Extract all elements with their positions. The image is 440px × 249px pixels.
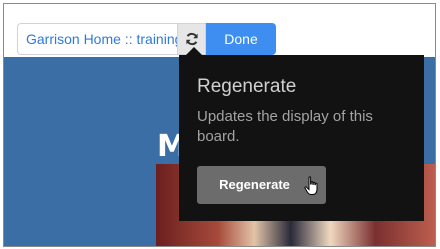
refresh-icon: [185, 32, 198, 46]
hand-pointer-icon: [304, 176, 318, 195]
board-name-field[interactable]: Garrison Home :: training: [17, 23, 177, 55]
regenerate-popover: Regenerate Updates the display of this b…: [179, 55, 424, 221]
popover-description: Updates the display of this board.: [197, 108, 373, 145]
popover-title: Regenerate: [197, 76, 297, 97]
done-button[interactable]: Done: [206, 23, 276, 55]
window-frame: M SE Garrison Home :: training Done Rege…: [3, 3, 436, 247]
popover-arrow: [186, 47, 202, 55]
